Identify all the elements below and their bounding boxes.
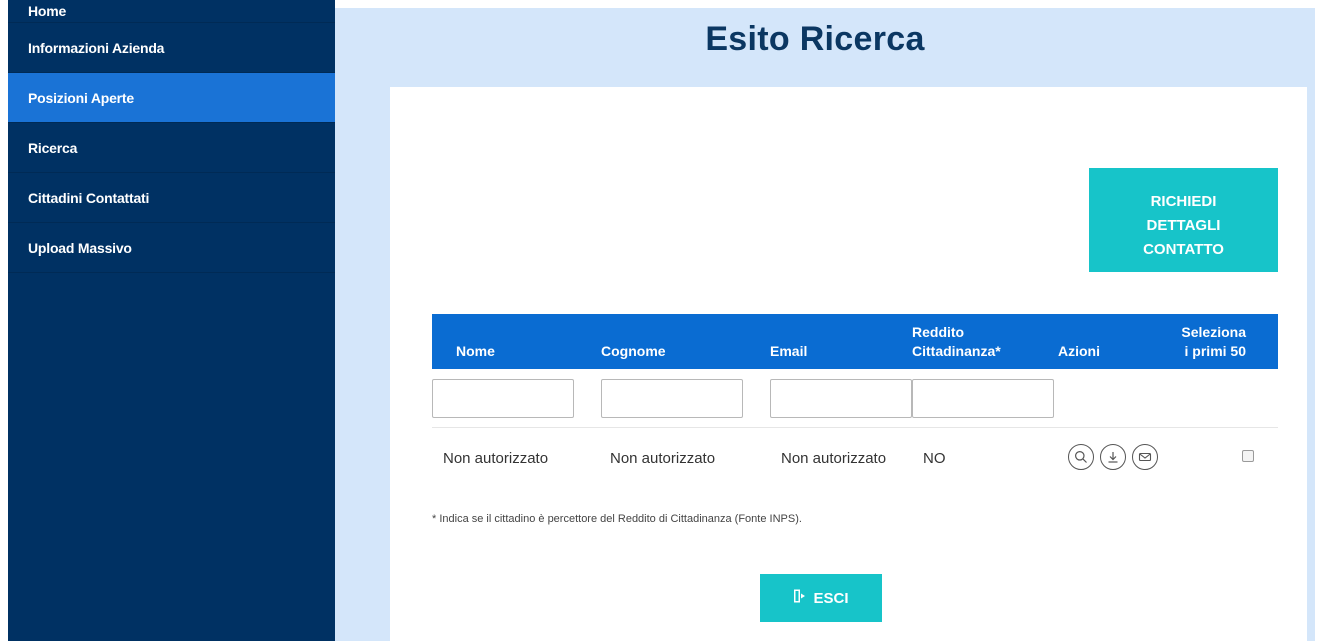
sidebar-item-label: Home — [28, 3, 67, 19]
search-icon[interactable] — [1068, 444, 1094, 470]
sidebar-item-label: Upload Massivo — [28, 240, 132, 256]
request-contact-details-button[interactable]: RICHIEDI DETTAGLI CONTATTO — [1089, 168, 1278, 272]
sidebar-item-label: Ricerca — [28, 140, 78, 156]
column-header-seleziona[interactable]: Seleziona i primi 50 — [1180, 323, 1246, 361]
column-header-seleziona-line2: i primi 50 — [1184, 343, 1246, 359]
request-button-line1: RICHIEDI — [1150, 193, 1217, 210]
column-header-seleziona-line1: Seleziona — [1181, 324, 1246, 340]
exit-door-icon — [793, 588, 807, 608]
sidebar-item-home[interactable]: Home — [8, 0, 335, 23]
column-header-reddito[interactable]: Reddito Cittadinanza* — [912, 323, 1001, 361]
sidebar-item-ricerca[interactable]: Ricerca — [8, 123, 335, 173]
cell-reddito: NO — [923, 450, 946, 467]
request-button-line3: CONTATTO — [1143, 241, 1224, 258]
filter-cognome-input[interactable] — [601, 379, 743, 418]
filter-email-input[interactable] — [770, 379, 912, 418]
sidebar-item-cittadini-contattati[interactable]: Cittadini Contattati — [8, 173, 335, 223]
select-row-checkbox[interactable] — [1242, 450, 1254, 462]
cell-nome: Non autorizzato — [443, 450, 549, 467]
sidebar-item-upload-massivo[interactable]: Upload Massivo — [8, 223, 335, 273]
sidebar-item-label: Informazioni Azienda — [28, 40, 165, 56]
filter-reddito-input[interactable] — [912, 379, 1054, 418]
table-header: Nome Cognome Email Reddito Cittadinanza*… — [432, 314, 1278, 369]
sidebar-item-label: Posizioni Aperte — [28, 90, 134, 106]
sidebar-item-informazioni-azienda[interactable]: Informazioni Azienda — [8, 23, 335, 73]
column-header-reddito-line1: Reddito — [912, 324, 965, 340]
sidebar-item-posizioni-aperte[interactable]: Posizioni Aperte — [8, 73, 335, 123]
column-header-cognome[interactable]: Cognome — [601, 342, 666, 361]
request-button-line2: DETTAGLI — [1146, 217, 1221, 234]
row-divider — [432, 427, 1278, 428]
main-content: Esito Ricerca RICHIEDI DETTAGLI CONTATTO… — [335, 8, 1315, 641]
results-card: RICHIEDI DETTAGLI CONTATTO Nome Cognome … — [390, 87, 1307, 641]
cell-email: Non autorizzato — [781, 450, 887, 467]
download-icon[interactable] — [1100, 444, 1126, 470]
mail-icon[interactable] — [1132, 444, 1158, 470]
column-header-azioni: Azioni — [1058, 343, 1100, 359]
page-title: Esito Ricerca — [705, 20, 925, 58]
exit-button[interactable]: ESCI — [760, 574, 882, 622]
filter-nome-input[interactable] — [432, 379, 574, 418]
sidebar-item-label: Cittadini Contattati — [28, 190, 150, 206]
column-header-reddito-line2: Cittadinanza* — [912, 343, 1001, 359]
footnote: * Indica se il cittadino è percettore de… — [432, 513, 802, 525]
column-header-nome[interactable]: Nome — [456, 342, 495, 361]
column-header-email[interactable]: Email — [770, 342, 807, 361]
exit-button-label: ESCI — [813, 589, 849, 607]
cell-cognome: Non autorizzato — [610, 450, 716, 467]
sidebar: Home Informazioni Azienda Posizioni Aper… — [8, 0, 335, 641]
